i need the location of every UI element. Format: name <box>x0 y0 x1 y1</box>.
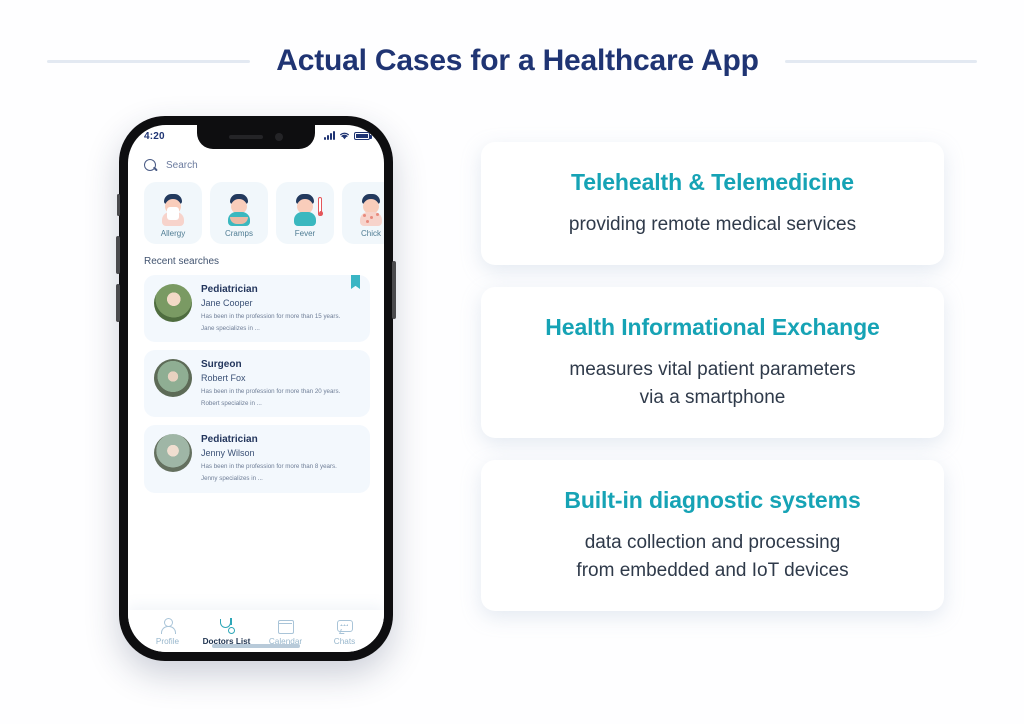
feature-card-body-line1: providing remote medical services <box>568 213 857 235</box>
phone-mockup: 4:20 Search Allergy Cramps Fever Chick R… <box>116 116 396 661</box>
phone-notch <box>197 125 315 149</box>
doctor-description-line2: Jenny specializes in ... <box>201 475 263 483</box>
fever-thermometer-icon <box>287 193 323 227</box>
power-button[interactable] <box>392 261 396 319</box>
sneezing-boy-icon <box>155 193 191 227</box>
symptom-label: Cramps <box>224 229 253 238</box>
volume-down-button[interactable] <box>116 284 120 322</box>
doctor-description-line2: Robert specialize in ... <box>201 400 262 408</box>
doctor-description-line1: Has been in the profession for more than… <box>201 463 337 471</box>
chickenpox-rash-icon <box>353 193 384 227</box>
calendar-icon <box>277 618 294 634</box>
tab-label: Profile <box>155 637 180 646</box>
symptom-card-cramps[interactable]: Cramps <box>210 182 268 244</box>
feature-card-list: Telehealth & Telemedicine providing remo… <box>481 142 944 633</box>
person-icon <box>159 618 176 634</box>
header-rule-right <box>784 59 977 63</box>
stethoscope-icon <box>218 618 235 634</box>
stomach-ache-boy-icon <box>221 193 257 227</box>
cellular-bars-icon <box>324 130 335 140</box>
page-title: Actual Cases for a Healthcare App <box>276 44 759 77</box>
wifi-icon <box>340 132 349 140</box>
symptom-label: Allergy <box>160 229 186 238</box>
doctor-specialty: Surgeon <box>201 359 242 371</box>
doctor-card[interactable]: Pediatrician Jenny Wilson Has been in th… <box>144 425 370 493</box>
recent-searches-section: Recent searches Pediatrician Jane Cooper… <box>128 244 384 493</box>
doctor-specialty: Pediatrician <box>201 284 258 295</box>
search-icon <box>144 159 157 172</box>
feature-card-body-line2: from embedded and IoT devices <box>576 559 849 581</box>
tab-calendar[interactable]: Calendar <box>256 618 315 646</box>
front-camera-icon <box>275 133 283 141</box>
doctor-name: Jane Cooper <box>201 297 253 308</box>
search-bar[interactable]: Search <box>128 151 384 182</box>
symptom-card-chickenpox[interactable]: Chick <box>342 182 384 244</box>
doctor-description-line1: Has been in the profession for more than… <box>201 387 341 395</box>
feature-card-title: Built-in diagnostic systems <box>564 486 861 513</box>
feature-card-built-in-diagnostics: Built-in diagnostic systems data collect… <box>481 459 944 611</box>
doctor-card[interactable]: Surgeon Robert Fox Has been in the profe… <box>144 350 370 418</box>
symptom-label: Chick <box>360 229 381 238</box>
bottom-tab-bar: Profile Doctors List Calendar Chats <box>128 610 384 652</box>
avatar <box>154 359 192 398</box>
avatar <box>154 284 192 322</box>
doctor-specialty: Pediatrician <box>201 434 258 446</box>
feature-card-title: Health Informational Exchange <box>545 313 880 340</box>
tab-label: Chats <box>333 637 356 646</box>
search-input[interactable]: Search <box>166 160 198 171</box>
symptom-category-list[interactable]: Allergy Cramps Fever Chick <box>128 182 384 244</box>
symptom-card-allergy[interactable]: Allergy <box>144 182 202 244</box>
symptom-label: Fever <box>294 229 316 238</box>
home-indicator[interactable] <box>212 644 300 648</box>
feature-card-health-information-exchange: Health Informational Exchange measures v… <box>481 286 944 438</box>
doctor-description-line2: Jane specializes in ... <box>201 324 260 332</box>
page-header: Actual Cases for a Healthcare App <box>0 40 1024 82</box>
slide-canvas: Actual Cases for a Healthcare App 4:20 S… <box>0 0 1024 724</box>
doctor-name: Robert Fox <box>201 372 246 383</box>
volume-up-button[interactable] <box>116 236 120 274</box>
tab-doctors-list[interactable]: Doctors List <box>197 618 256 646</box>
doctor-card[interactable]: Pediatrician Jane Cooper Has been in the… <box>144 275 370 343</box>
tab-chats[interactable]: Chats <box>315 618 374 646</box>
silence-switch[interactable] <box>117 194 120 216</box>
doctor-name: Jenny Wilson <box>201 447 255 458</box>
tab-profile[interactable]: Profile <box>138 618 197 646</box>
feature-card-telehealth: Telehealth & Telemedicine providing remo… <box>481 142 944 265</box>
recent-searches-title: Recent searches <box>144 256 220 267</box>
status-clock: 4:20 <box>144 131 165 142</box>
phone-screen: 4:20 Search Allergy Cramps Fever Chick R… <box>128 125 384 652</box>
status-icons <box>324 130 372 140</box>
feature-card-body-line1: measures vital patient parameters <box>569 358 856 380</box>
feature-card-body-line2: via a smartphone <box>639 386 786 408</box>
feature-card-title: Telehealth & Telemedicine <box>571 169 854 195</box>
avatar <box>154 434 192 473</box>
symptom-card-fever[interactable]: Fever <box>276 182 334 244</box>
doctor-description-line1: Has been in the profession for more than… <box>201 312 341 320</box>
battery-icon <box>354 131 372 140</box>
earpiece-speaker-icon <box>229 135 263 139</box>
chat-bubble-icon <box>336 618 353 634</box>
header-rule-left <box>47 59 251 63</box>
feature-card-body-line1: data collection and processing <box>584 531 841 553</box>
